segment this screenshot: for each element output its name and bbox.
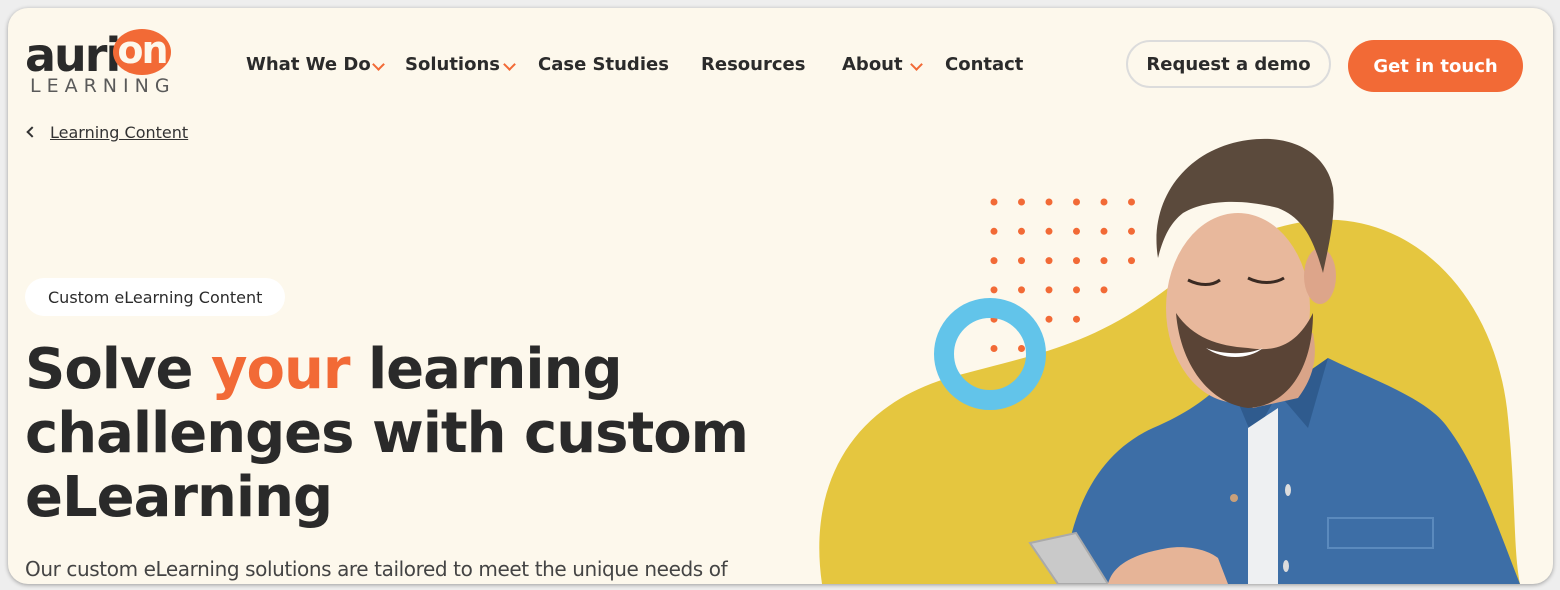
decorative-dot [1018,227,1025,235]
decorative-dot [1100,257,1108,265]
get-in-touch-button[interactable]: Get in touch [1348,40,1523,92]
decorative-dot [1128,257,1135,265]
hero-image [808,108,1553,584]
nav-item-case-studies[interactable]: Case Studies [538,52,669,78]
logo-wordmark: auri [25,28,121,82]
chevron-left-icon[interactable] [26,125,38,138]
breadcrumb-link-learning-content[interactable]: Learning Content [50,123,188,142]
chevron-down-icon [503,58,516,71]
decorative-dot [990,345,998,352]
nav-item-solutions[interactable]: Solutions [405,52,516,78]
breadcrumb: Learning Content [25,123,188,142]
nav-item-contact[interactable]: Contact [945,52,1023,78]
page-title: Solve your learning challenges with cust… [25,338,785,530]
logo[interactable]: auri on LEARNING [25,28,175,98]
decorative-dot [1073,315,1080,323]
hero-description: Our custom eLearning solutions are tailo… [25,557,728,581]
nav-item-label: What We Do [246,54,371,75]
decorative-dot [990,227,998,235]
decorative-dot [1018,345,1025,352]
decorative-dot [1128,227,1135,235]
nav-item-label: Case Studies [538,54,669,75]
nav-item-about[interactable]: About [842,52,923,78]
decorative-dot [1100,198,1108,206]
decorative-dot [1045,315,1053,323]
request-demo-button[interactable]: Request a demo [1126,40,1331,88]
category-tag: Custom eLearning Content [25,278,286,316]
nav-item-resources[interactable]: Resources [701,52,805,78]
decorative-dot [1073,286,1080,294]
headline-text: Solve [25,337,211,402]
decorative-dot [1045,286,1053,294]
nav-item-label: About [842,54,903,75]
decorative-dot [1018,286,1025,294]
logo-subtitle: LEARNING [30,75,176,97]
decorative-dot [1073,227,1080,235]
decorative-dot [990,257,998,265]
nav-item-label: Resources [701,54,806,75]
chevron-down-icon [372,58,385,71]
decorative-dot [1100,227,1108,235]
decorative-dot [1018,198,1025,206]
decorative-dot [990,198,998,206]
decorative-dot [990,286,998,294]
decorative-dot [1100,286,1108,294]
chevron-down-icon [910,58,923,71]
page: auri on LEARNING What We Do Solutions Ca… [8,8,1553,584]
decorative-dot [1128,198,1135,206]
nav-item-label: Solutions [405,54,500,75]
decorative-dot [1073,198,1080,206]
nav-item-label: Contact [945,54,1024,75]
decorative-dot [1073,257,1080,265]
headline-accent: your [210,337,350,402]
person-tshirt [1248,408,1278,584]
decorative-dot [1045,257,1053,265]
decorative-dot [1018,257,1025,265]
decorative-dot [1045,198,1053,206]
nav-item-what-we-do[interactable]: What We Do [246,52,385,78]
decorative-dot [1045,227,1053,235]
logo-accent-mark: on [113,29,171,75]
